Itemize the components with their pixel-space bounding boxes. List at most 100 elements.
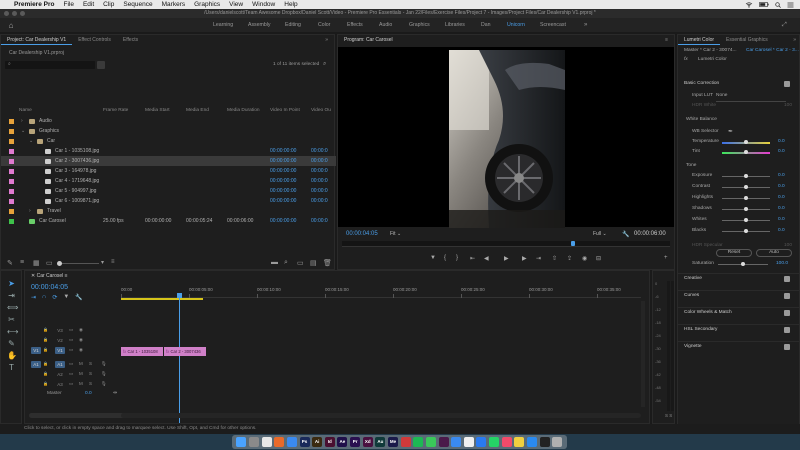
slider-value[interactable]: 0.0: [778, 147, 785, 157]
lumetri-section[interactable]: Color Wheels & Match: [678, 307, 800, 317]
lock-track-icon[interactable]: 🔒: [43, 361, 48, 366]
timeline-clip-car-2[interactable]: fx Car 2 - 3007436: [164, 347, 206, 356]
project-item-row[interactable]: Car 5 - 904997.jpg 00:00:00:00 00:00:0: [1, 186, 336, 196]
workspace-color[interactable]: Color: [318, 22, 330, 28]
dock-indesign-icon[interactable]: Id: [324, 437, 335, 447]
project-item-row[interactable]: Car 1 - 1035108.jpg 00:00:00:00 00:00:0: [1, 146, 336, 156]
label-color-swatch[interactable]: [9, 118, 14, 124]
chevron-down-icon[interactable]: ⌄: [21, 126, 25, 136]
dock-media-encoder-icon[interactable]: Me: [388, 437, 398, 447]
menu-extras-icon[interactable]: [787, 2, 794, 8]
panel-menu-icon[interactable]: ≡: [665, 37, 674, 43]
dock-app-store-icon[interactable]: [527, 437, 538, 447]
search-icon[interactable]: [775, 1, 781, 8]
project-item-row[interactable]: ⌄ Car: [1, 136, 336, 146]
column-media-duration[interactable]: Media Duration: [227, 108, 260, 113]
tab-essential-graphics[interactable]: Essential Graphics: [720, 35, 774, 45]
dock-trash-icon[interactable]: [552, 437, 563, 447]
dock-audition-icon[interactable]: Au: [375, 437, 386, 447]
new-folder-icon[interactable]: ▭: [297, 259, 304, 267]
dock-after-effects-icon[interactable]: Ae: [337, 437, 348, 447]
lock-track-icon[interactable]: 🔒: [43, 327, 48, 332]
comparison-view-icon[interactable]: ⊟: [596, 255, 601, 262]
list-view-icon[interactable]: ≡: [20, 259, 24, 266]
menu-graphics[interactable]: Graphics: [194, 1, 220, 8]
lock-track-icon[interactable]: 🔒: [43, 337, 48, 342]
workspace-effects[interactable]: Effects: [347, 22, 363, 28]
label-color-swatch[interactable]: [9, 138, 14, 144]
tab-lumetri-color[interactable]: Lumetri Color: [678, 35, 721, 45]
slider-handle[interactable]: [744, 174, 748, 178]
sync-lock-icon[interactable]: ▭: [69, 371, 73, 377]
dock-zoom-icon[interactable]: [476, 437, 487, 447]
timeline-settings-icon[interactable]: 🔧: [75, 294, 82, 301]
find-icon[interactable]: ⌕: [323, 61, 331, 69]
column-video-out-point[interactable]: Video Ou: [311, 108, 331, 113]
step-back-icon[interactable]: ◀: [484, 255, 489, 262]
saturation-value[interactable]: 100.0: [776, 259, 788, 269]
timeline-vertical-scrollbar[interactable]: [641, 301, 645, 407]
lumetri-section[interactable]: Creative: [678, 273, 800, 283]
lock-track-icon[interactable]: 🔒: [43, 381, 48, 386]
workspace-assembly[interactable]: Assembly: [248, 22, 271, 28]
label-color-swatch[interactable]: [9, 158, 14, 164]
project-item-row[interactable]: Car 2 - 3007436.jpg 00:00:00:00 00:00:0: [1, 156, 336, 166]
toggle-track-output-icon[interactable]: ◉: [79, 327, 83, 333]
fullscreen-icon[interactable]: ⤢: [782, 22, 787, 29]
lumetri-section[interactable]: Curves: [678, 290, 800, 300]
project-item-row[interactable]: ⌄ Graphics: [1, 126, 336, 136]
source-patch[interactable]: V1: [31, 347, 41, 354]
dock-calendar-icon[interactable]: [463, 437, 474, 447]
sync-lock-icon[interactable]: ▭: [69, 347, 73, 353]
project-item-row[interactable]: › Audio: [1, 116, 336, 126]
workspace-dan[interactable]: Dan: [481, 22, 491, 28]
add-marker-icon[interactable]: ▼: [63, 294, 69, 301]
menu-view[interactable]: View: [229, 1, 243, 8]
track-select-tool-icon[interactable]: ⇥: [7, 291, 16, 300]
slider-handle[interactable]: [744, 185, 748, 189]
basic-correction-checkbox[interactable]: [784, 81, 790, 87]
track-target[interactable]: A1: [55, 361, 65, 368]
slider-value[interactable]: 0.0: [778, 215, 785, 225]
eyedropper-icon[interactable]: ✒: [728, 127, 733, 137]
track-target[interactable]: A2: [55, 371, 65, 378]
new-bin-icon[interactable]: ▬: [271, 259, 278, 266]
minimize-window-button[interactable]: [12, 11, 17, 16]
slider-handle[interactable]: [744, 150, 748, 154]
timeline-track-scrollbar[interactable]: [29, 413, 127, 418]
pen-tool-icon[interactable]: ✎: [7, 339, 16, 348]
menu-clip[interactable]: Clip: [103, 1, 114, 8]
razor-tool-icon[interactable]: ✂: [7, 315, 16, 324]
export-frame-icon[interactable]: ◉: [582, 255, 587, 262]
quality-dropdown[interactable]: Full ⌄: [593, 231, 607, 237]
zoom-slider-handle[interactable]: [57, 261, 62, 266]
panel-menu-icon[interactable]: »: [793, 37, 799, 43]
workspace-screencast[interactable]: Screencast: [540, 22, 566, 28]
workspace-unicorn[interactable]: Unicorn: [507, 22, 525, 28]
work-area-bar[interactable]: [121, 298, 203, 300]
slider-handle[interactable]: [744, 207, 748, 211]
column-media-end[interactable]: Media End: [186, 108, 209, 113]
mark-in-icon[interactable]: {: [444, 255, 446, 261]
label-color-swatch[interactable]: [9, 188, 14, 194]
toggle-track-output-icon[interactable]: ◉: [79, 347, 83, 353]
slider-value[interactable]: 0.0: [778, 193, 785, 203]
reset-button[interactable]: Reset: [716, 249, 752, 257]
section-checkbox[interactable]: [784, 344, 790, 350]
workspace-learning[interactable]: Learning: [213, 22, 233, 28]
workspace-editing[interactable]: Editing: [285, 22, 301, 28]
column-video-in-point[interactable]: Video In Point: [270, 108, 300, 113]
track-target[interactable]: V2: [55, 337, 65, 344]
workspace-menu-icon[interactable]: »: [584, 22, 587, 28]
project-item-row[interactable]: Car 6 - 1009871.jpg 00:00:00:00 00:00:0: [1, 196, 336, 206]
clear-icon[interactable]: 🗑: [323, 259, 332, 267]
workspace-libraries[interactable]: Libraries: [445, 22, 465, 28]
type-tool-icon[interactable]: T: [7, 363, 16, 372]
lift-icon[interactable]: ⇧: [552, 255, 557, 262]
freeform-view-icon[interactable]: ▭: [46, 259, 53, 267]
settings-wrench-icon[interactable]: 🔧: [622, 231, 629, 238]
slider-value[interactable]: 0.0: [778, 137, 785, 147]
column-media-start[interactable]: Media Start: [145, 108, 170, 113]
home-icon[interactable]: ⌂: [0, 21, 22, 30]
sync-lock-icon[interactable]: ▭: [69, 337, 73, 343]
